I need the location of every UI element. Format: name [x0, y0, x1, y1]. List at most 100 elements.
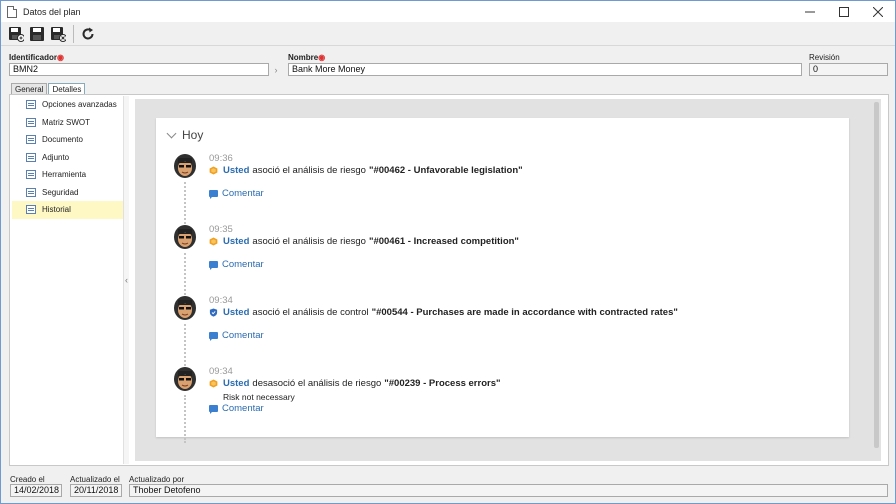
comment-icon [209, 332, 218, 341]
actualizado-por-label: Actualizado por [129, 475, 185, 484]
title-bar: Datos del plan [1, 1, 895, 22]
comment-button[interactable]: Comentar [209, 188, 264, 199]
sidebar-item-seguridad[interactable]: Seguridad [12, 184, 123, 202]
sidebar-item-herramienta[interactable]: Herramienta [12, 166, 123, 184]
svg-text:.: . [184, 159, 185, 163]
identificador-label: Identificador◉ [9, 53, 64, 62]
history-entry: . 09:34 Usted asoció el análisis de cont… [156, 295, 849, 374]
revision-label: Revisión [809, 53, 840, 62]
entry-time: 09:36 [209, 153, 233, 164]
entry-user-link[interactable]: Usted [223, 165, 249, 176]
maximize-icon[interactable] [827, 1, 861, 22]
comment-button[interactable]: Comentar [209, 259, 264, 270]
history-card: Hoy . 09:36 Usted asoció el análisis de … [156, 118, 849, 443]
entry-description: Usted desasoció el análisis de riesgo "#… [209, 378, 501, 389]
form-icon [26, 187, 36, 197]
comment-button[interactable]: Comentar [209, 330, 264, 341]
form-icon [26, 205, 36, 215]
revision-field: 0 [809, 63, 888, 76]
actualizado-por-field: Thober Detofeno [129, 484, 888, 497]
entry-object: "#00461 - Increased competition" [368, 236, 519, 247]
form-icon [26, 170, 36, 180]
risk-hexagon-icon [209, 379, 223, 388]
chevron-down-icon [166, 128, 177, 138]
comment-icon [209, 190, 218, 199]
avatar: . [174, 296, 196, 320]
history-entry: . 09:34 Usted desasoció el análisis de r… [156, 366, 849, 443]
entry-verb: asoció el análisis de riesgo [252, 236, 366, 247]
comment-icon [209, 261, 218, 270]
creado-label: Creado el [10, 475, 45, 484]
sidebar-item-matriz-swot[interactable]: Matriz SWOT [12, 114, 123, 132]
entry-user-link[interactable]: Usted [223, 236, 249, 247]
identificador-field[interactable]: BMN2 [9, 63, 269, 76]
entry-object: "#00544 - Purchases are made in accordan… [371, 307, 678, 318]
actualizado-field: 20/11/2018 [70, 484, 122, 497]
minimize-icon[interactable] [793, 1, 827, 22]
comment-label: Comentar [222, 330, 264, 341]
creado-field: 14/02/2018 [10, 484, 62, 497]
form-icon [26, 100, 36, 110]
window-controls [793, 1, 895, 22]
toolbar-separator [73, 24, 74, 43]
svg-text:.: . [184, 230, 185, 234]
window-title: Datos del plan [23, 6, 81, 17]
entry-verb: asoció el análisis de control [252, 307, 369, 318]
entry-time: 09:34 [209, 295, 233, 306]
comment-label: Comentar [222, 188, 264, 199]
control-shield-icon [209, 308, 223, 317]
avatar: . [174, 367, 196, 391]
entry-verb: asoció el análisis de riesgo [252, 165, 366, 176]
sidebar: Opciones avanzadas Matriz SWOT Documento… [12, 96, 123, 464]
avatar: . [174, 225, 196, 249]
chevron-right-icon[interactable]: › [270, 63, 282, 76]
history-entry: . 09:36 Usted asoció el análisis de ries… [156, 153, 849, 232]
sidebar-item-opciones-avanzadas[interactable]: Opciones avanzadas [12, 96, 123, 114]
entry-description: Usted asoció el análisis de riesgo "#004… [209, 165, 523, 176]
entry-user-link[interactable]: Usted [223, 378, 249, 389]
comment-label: Comentar [222, 259, 264, 270]
document-icon [7, 5, 17, 18]
nombre-label: Nombre◉ [288, 53, 326, 62]
risk-hexagon-icon [209, 237, 223, 246]
close-icon[interactable] [861, 1, 895, 22]
form-icon [26, 135, 36, 145]
comment-label: Comentar [222, 403, 264, 414]
panel-splitter[interactable]: ‹ [123, 96, 129, 464]
history-entry: . 09:35 Usted asoció el análisis de ries… [156, 224, 849, 303]
actualizado-label: Actualizado el [70, 475, 120, 484]
nombre-field[interactable]: Bank More Money [288, 63, 802, 76]
avatar: . [174, 154, 196, 178]
entry-description: Usted asoció el análisis de control "#00… [209, 307, 678, 318]
save-icon[interactable] [28, 25, 46, 43]
toolbar [1, 22, 895, 46]
timeline-connector [184, 395, 186, 443]
sidebar-item-documento[interactable]: Documento [12, 131, 123, 149]
entry-note: Risk not necessary [223, 392, 295, 402]
vertical-scrollbar[interactable] [874, 102, 879, 448]
sidebar-item-historial[interactable]: Historial [12, 201, 123, 219]
sidebar-item-adjunto[interactable]: Adjunto [12, 149, 123, 167]
svg-text:.: . [184, 372, 185, 376]
entry-time: 09:34 [209, 366, 233, 377]
entry-object: "#00462 - Unfavorable legislation" [368, 165, 523, 176]
entry-object: "#00239 - Process errors" [384, 378, 501, 389]
comment-icon [209, 405, 218, 414]
entry-time: 09:35 [209, 224, 233, 235]
group-title: Hoy [182, 128, 204, 142]
risk-hexagon-icon [209, 166, 223, 175]
chevron-left-icon[interactable]: ‹ [125, 275, 128, 285]
save-new-icon[interactable] [7, 25, 25, 43]
entry-user-link[interactable]: Usted [223, 307, 249, 318]
entry-verb: desasoció el análisis de riesgo [252, 378, 382, 389]
required-icon: ◉ [318, 53, 326, 62]
plan-window: Datos del plan Identificador◉ BMN2 › Nom… [0, 0, 896, 504]
refresh-icon[interactable] [79, 25, 97, 43]
svg-text:.: . [184, 301, 185, 305]
group-header-hoy[interactable]: Hoy [166, 128, 204, 142]
save-close-icon[interactable] [49, 25, 67, 43]
comment-button[interactable]: Comentar [209, 403, 264, 414]
form-icon [26, 152, 36, 162]
form-icon [26, 117, 36, 127]
entry-description: Usted asoció el análisis de riesgo "#004… [209, 236, 519, 247]
